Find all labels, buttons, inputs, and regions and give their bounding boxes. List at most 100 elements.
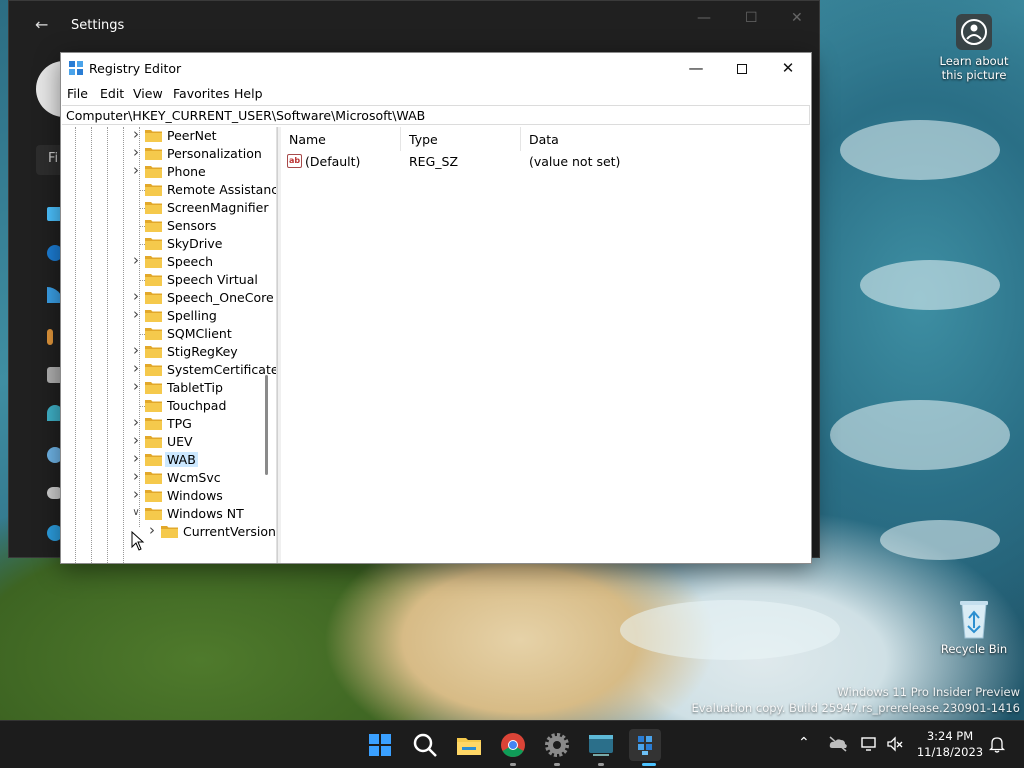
folder-icon (145, 130, 162, 142)
notification-bell-icon[interactable] (988, 735, 1006, 753)
tree-item-windows[interactable]: › Windows (61, 485, 276, 505)
camera-info-icon (956, 14, 992, 50)
chevron-right-icon[interactable]: › (131, 305, 141, 323)
volume-muted-icon[interactable] (886, 735, 904, 753)
menu-help[interactable]: Help (234, 86, 263, 101)
tree-item-label: Speech_OneCore (167, 290, 274, 305)
tree-item-tablettip[interactable]: › TabletTip (61, 377, 276, 397)
chevron-right-icon[interactable]: › (131, 485, 141, 503)
system-clock[interactable]: 3:24 PM 11/18/2023 (912, 728, 988, 760)
chevron-right-icon[interactable]: › (131, 359, 141, 377)
tree-item-spelling[interactable]: › Spelling (61, 305, 276, 325)
address-bar[interactable]: Computer\HKEY_CURRENT_USER\Software\Micr… (62, 105, 810, 125)
onedrive-offline-icon[interactable] (828, 735, 848, 753)
chevron-right-icon[interactable]: › (131, 467, 141, 485)
tree-item-screenmagnifier[interactable]: ScreenMagnifier (61, 199, 276, 217)
column-header-data[interactable]: Data (521, 127, 809, 151)
menu-favorites[interactable]: Favorites (173, 86, 229, 101)
key-tree-pane[interactable]: › PeerNet › Personalization › Phone Remote Ass… (61, 127, 277, 563)
tree-item-remote-assistance[interactable]: Remote Assistance (61, 181, 276, 199)
tree-item-label: SQMClient (167, 326, 232, 341)
tree-item-speech-virtual[interactable]: Speech Virtual (61, 271, 276, 289)
settings-close-button[interactable]: ✕ (791, 10, 803, 26)
back-arrow-icon[interactable]: ← (35, 15, 48, 34)
chevron-right-icon[interactable]: › (131, 251, 141, 269)
chevron-right-icon[interactable]: › (131, 161, 141, 179)
tree-item-label: Sensors (167, 218, 217, 233)
search-icon[interactable] (409, 729, 441, 761)
tree-item-label: CurrentVersion (183, 524, 276, 539)
tree-item-label: Spelling (167, 308, 217, 323)
tree-item-sqmclient[interactable]: SQMClient (61, 325, 276, 343)
watermark-edition: Windows 11 Pro Insider Preview (837, 685, 1020, 699)
personalization-icon[interactable] (47, 329, 53, 345)
tree-item-peernet[interactable]: › PeerNet (61, 127, 276, 145)
chevron-right-icon[interactable]: › (131, 127, 141, 143)
settings-maximize-button[interactable]: ☐ (745, 10, 758, 26)
tree-item-label: SystemCertificates (167, 362, 277, 377)
tree-item-windows-nt[interactable]: ∨ Windows NT (61, 505, 276, 523)
tree-item-label: UEV (167, 434, 193, 449)
chrome-icon[interactable] (497, 729, 529, 761)
registry-editor-taskbar-icon[interactable] (629, 729, 661, 761)
chevron-right-icon[interactable]: › (131, 431, 141, 449)
menu-edit[interactable]: Edit (100, 86, 124, 101)
tree-item-stigregkey[interactable]: › StigRegKey (61, 341, 276, 361)
tree-item-wab[interactable]: › WAB (61, 449, 276, 469)
tree-item-label: Windows NT (167, 506, 244, 521)
chevron-down-icon[interactable]: ∨ (131, 507, 141, 518)
file-explorer-icon[interactable] (453, 729, 485, 761)
tree-item-label: Touchpad (167, 398, 227, 413)
minimize-button[interactable]: — (673, 53, 719, 83)
folder-icon (145, 472, 162, 484)
tree-item-touchpad[interactable]: Touchpad (61, 397, 276, 415)
folder-icon (145, 166, 162, 178)
tree-item-speech-onecore[interactable]: › Speech_OneCore (61, 287, 276, 307)
tree-vertical-scrollbar[interactable] (265, 375, 268, 475)
tree-item-uev[interactable]: › UEV (61, 431, 276, 451)
tree-item-tpg[interactable]: › TPG (61, 413, 276, 433)
tree-item-label: TPG (167, 416, 192, 431)
tree-item-currentversion[interactable]: › CurrentVersion (61, 521, 276, 541)
tree-item-sensors[interactable]: Sensors (61, 217, 276, 235)
tree-item-systemcertificates[interactable]: › SystemCertificates (61, 359, 277, 379)
start-button-icon[interactable] (364, 729, 396, 761)
column-header-name[interactable]: Name (281, 127, 401, 151)
chevron-right-icon[interactable]: › (131, 413, 141, 431)
tree-item-label: WAB (165, 452, 198, 467)
close-button[interactable]: ✕ (765, 53, 811, 83)
tree-item-phone[interactable]: › Phone (61, 161, 276, 181)
maximize-button[interactable] (719, 53, 765, 83)
chevron-right-icon[interactable]: › (131, 341, 141, 359)
recycle-bin-icon[interactable]: Recycle Bin (929, 598, 1019, 656)
tree-item-skydrive[interactable]: SkyDrive (61, 235, 276, 253)
watermark-build: Evaluation copy. Build 25947.rs_prerelea… (691, 701, 1020, 715)
folder-icon (161, 526, 178, 538)
column-header-type[interactable]: Type (401, 127, 521, 151)
folder-icon (145, 490, 162, 502)
tree-item-personalization[interactable]: › Personalization (61, 143, 276, 163)
tree-item-label: Personalization (167, 146, 262, 161)
mouse-cursor-icon (131, 531, 145, 551)
menu-file[interactable]: File (67, 86, 88, 101)
tree-item-wcmsvc[interactable]: › WcmSvc (61, 467, 276, 487)
chevron-right-icon[interactable]: › (131, 287, 141, 305)
chevron-right-icon[interactable]: › (147, 521, 157, 539)
tree-item-label: TabletTip (167, 380, 223, 395)
learn-about-picture-icon[interactable]: Learn about this picture (929, 12, 1019, 82)
folder-icon (145, 274, 162, 286)
folder-icon (145, 220, 162, 232)
chevron-right-icon[interactable]: › (131, 377, 141, 395)
chevron-up-icon[interactable]: ⌃ (798, 735, 810, 751)
network-display-icon[interactable] (860, 735, 878, 753)
settings-gear-icon[interactable] (541, 729, 573, 761)
values-list-pane[interactable]: Name Type Data ab (Default) REG_SZ (valu… (281, 127, 811, 563)
title-bar[interactable]: Registry Editor — ✕ (61, 53, 811, 83)
tree-item-speech[interactable]: › Speech (61, 251, 276, 271)
settings-minimize-button[interactable]: — (697, 10, 711, 26)
chevron-right-icon[interactable]: › (131, 449, 141, 467)
menu-view[interactable]: View (133, 86, 163, 101)
folder-icon (145, 382, 162, 394)
chevron-right-icon[interactable]: › (131, 143, 141, 161)
terminal-icon[interactable] (585, 729, 617, 761)
